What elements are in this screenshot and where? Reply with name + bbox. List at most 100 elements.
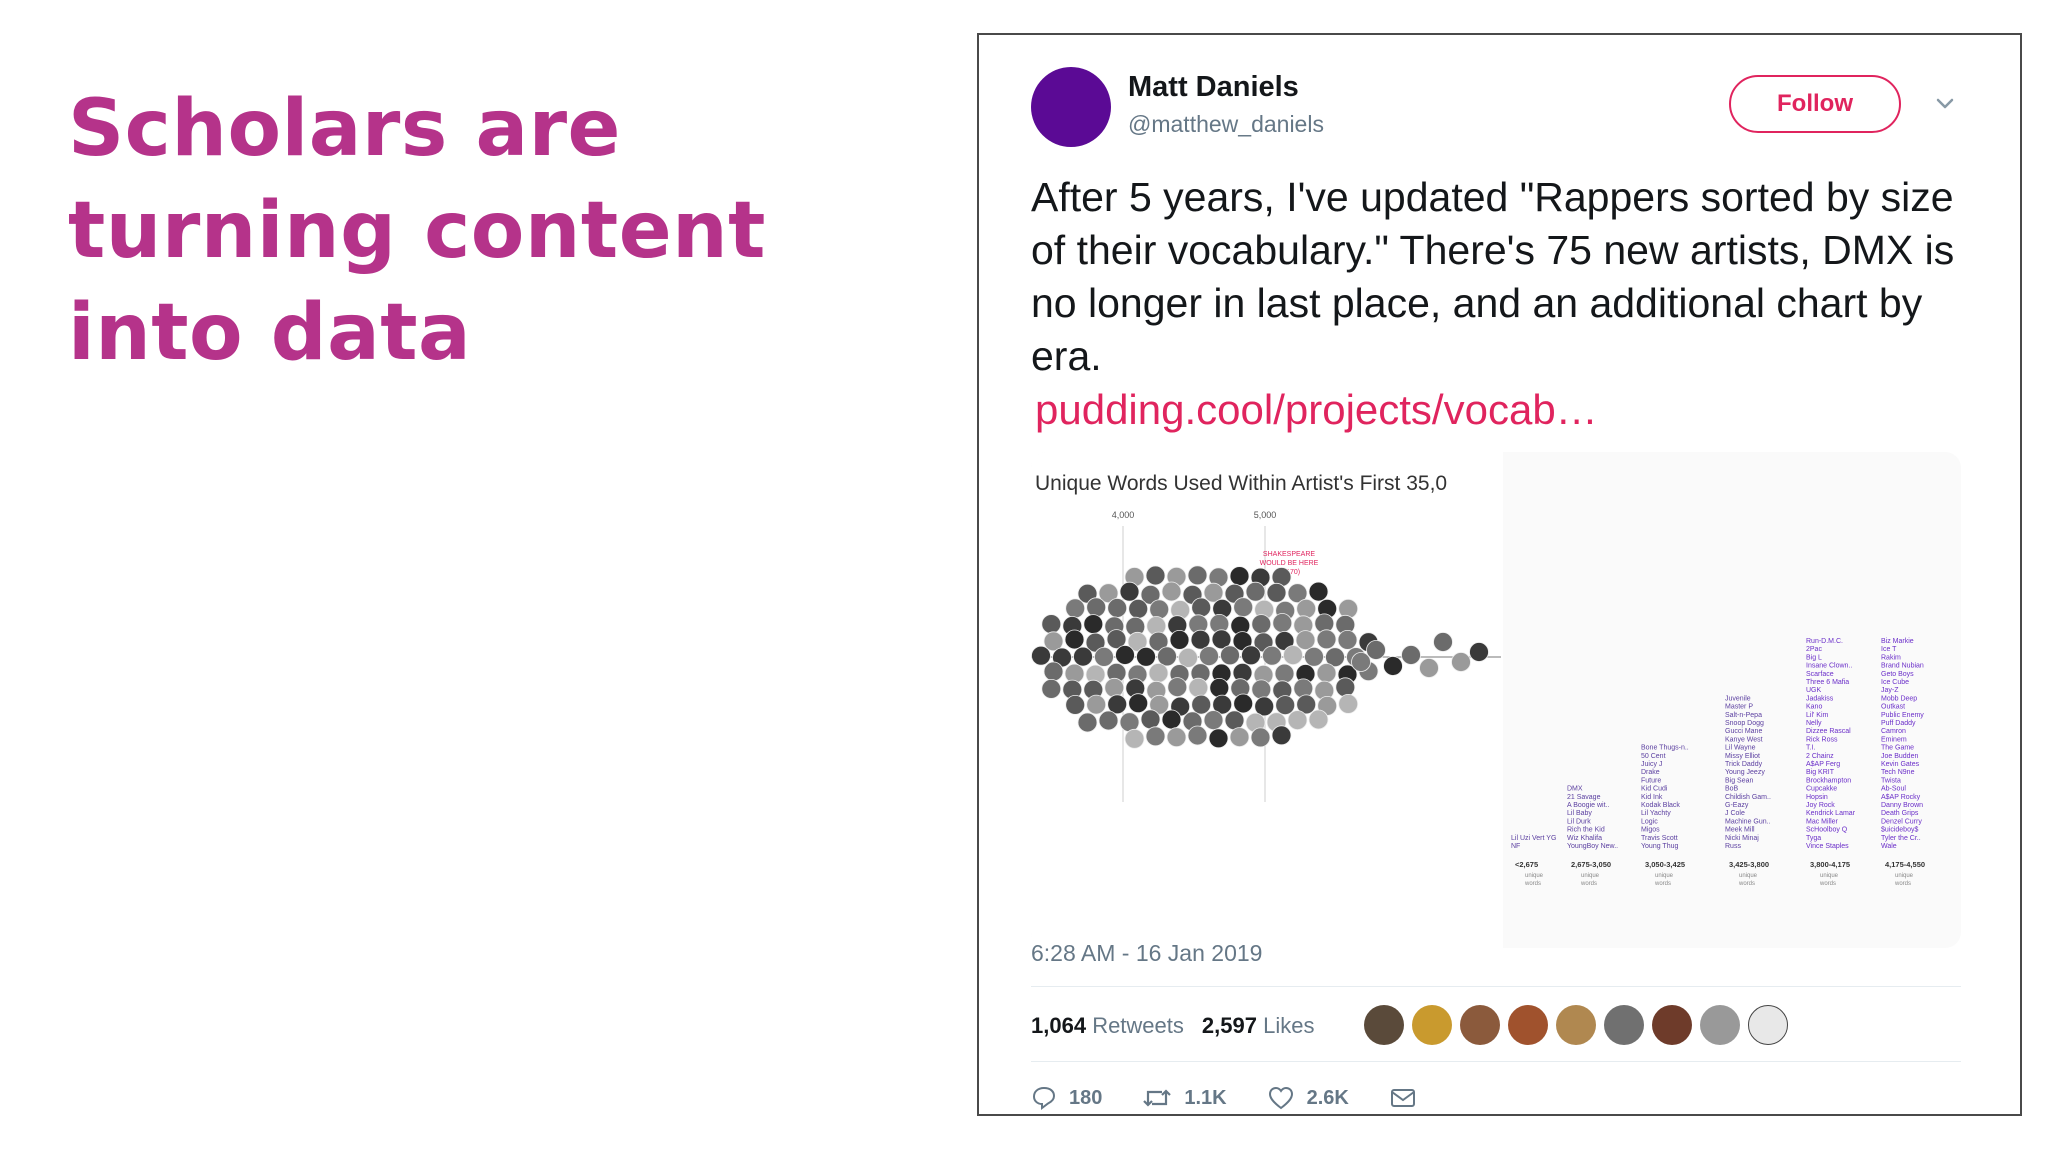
author-name[interactable]: Matt Daniels [1128, 71, 1299, 104]
artist-name: Vince Staples [1806, 843, 1849, 850]
artist-face [1169, 629, 1190, 650]
liker-avatar[interactable] [1412, 1005, 1452, 1045]
artist-face [1251, 614, 1272, 635]
artist-name: Gucci Mane [1725, 728, 1762, 735]
heart-icon [1268, 1086, 1293, 1110]
artist-face [1161, 709, 1182, 730]
tweet-media-chart[interactable]: Unique Words Used Within Artist's First … [1031, 452, 1961, 948]
range-label: 3,425-3,800 [1729, 860, 1769, 869]
mail-icon [1390, 1089, 1415, 1107]
chevron-down-icon[interactable] [1935, 93, 1955, 113]
artist-face [1031, 645, 1051, 666]
artist-face [1251, 679, 1272, 700]
artist-face [1203, 710, 1224, 731]
artist-name: YoungBoy New.. [1567, 843, 1618, 850]
artist-face [1220, 645, 1240, 666]
artist-face [1148, 663, 1169, 683]
likers-avatars [1364, 1005, 1788, 1045]
artist-name: Jay-Z [1881, 687, 1899, 694]
artist-face [1316, 663, 1337, 683]
artist-face [1041, 614, 1062, 635]
artist-face [1065, 598, 1086, 619]
artist-name: Missy Elliot [1725, 753, 1760, 760]
retweets-stat[interactable]: 1,064 Retweets [1031, 1013, 1184, 1039]
artist-name: Ice T [1881, 646, 1897, 653]
liker-avatar[interactable] [1508, 1005, 1548, 1045]
artist-name: Lil Durk [1567, 818, 1591, 825]
follow-button[interactable]: Follow [1729, 75, 1901, 133]
dm-action[interactable] [1389, 1086, 1417, 1110]
author-avatar[interactable] [1031, 67, 1111, 147]
artist-face [1419, 658, 1439, 678]
artist-face [1190, 629, 1211, 650]
shakespeare-annotation: SHAKESPEARE [1263, 551, 1315, 558]
tweet-link[interactable]: pudding.cool/projects/vocab… [1035, 383, 1981, 436]
unit-label: words [1524, 881, 1541, 887]
artist-name: Childish Gam.. [1725, 794, 1771, 801]
tweet-embed: Matt Daniels @matthew_daniels Follow Aft… [977, 33, 2022, 1116]
artist-name: Logic [1641, 818, 1658, 825]
artist-face [1086, 597, 1107, 618]
artist-name: G-Eazy [1725, 802, 1749, 809]
artist-name: Lil Uzi Vert YG [1511, 835, 1556, 842]
artist-name: BoB [1725, 786, 1739, 793]
liker-avatar[interactable] [1652, 1005, 1692, 1045]
artist-face [1295, 630, 1316, 651]
artist-name: Salt-n-Pepa [1725, 712, 1762, 719]
engagement-stats: 1,064 Retweets 2,597 Likes [1031, 1013, 1314, 1039]
artist-name: Tech N9ne [1881, 769, 1915, 776]
likes-stat[interactable]: 2,597 Likes [1202, 1013, 1315, 1039]
artist-name: Brand Nubian [1881, 663, 1924, 670]
artist-face [1241, 645, 1261, 666]
artist-face [1283, 645, 1303, 666]
artist-face [1107, 598, 1128, 618]
author-handle[interactable]: @matthew_daniels [1128, 111, 1324, 138]
artist-face [1161, 581, 1182, 602]
artist-face [1166, 727, 1187, 748]
like-action[interactable]: 2.6K [1267, 1085, 1349, 1111]
artist-name: Kid Ink [1641, 794, 1663, 801]
artist-name: Danny Brown [1881, 802, 1923, 809]
artist-name: DMX [1567, 786, 1583, 793]
artist-name: 21 Savage [1567, 794, 1601, 801]
artist-face [1233, 597, 1254, 618]
retweet-action[interactable]: 1.1K [1142, 1085, 1227, 1111]
liker-avatar[interactable] [1556, 1005, 1596, 1045]
reply-action[interactable]: 180 [1031, 1085, 1102, 1111]
artist-name: Bone Thugs-n.. [1641, 745, 1689, 752]
liker-avatar[interactable] [1364, 1005, 1404, 1045]
artist-name: Trick Daddy [1725, 761, 1763, 768]
artist-face [1041, 678, 1062, 699]
unit-label: unique [1895, 873, 1914, 879]
artist-face [1250, 727, 1271, 748]
artist-name: Kanye West [1725, 736, 1763, 743]
artist-name: The Game [1881, 745, 1914, 752]
liker-avatar[interactable] [1748, 1005, 1788, 1045]
artist-name: Mobb Deep [1881, 695, 1917, 702]
artist-name: Run-D.M.C. [1806, 638, 1843, 645]
artist-face [1187, 725, 1208, 746]
reply-count: 180 [1069, 1086, 1103, 1109]
artist-name: Lil Yachty [1641, 810, 1671, 817]
liker-avatar[interactable] [1700, 1005, 1740, 1045]
artist-face [1287, 710, 1308, 731]
axis-tick-label: 4,000 [1112, 510, 1135, 520]
artist-name: Juvenile [1725, 695, 1751, 702]
slide-title-line-2: turning content [68, 186, 766, 276]
artist-name: $uicideboy$ [1881, 827, 1918, 834]
liker-avatar[interactable] [1604, 1005, 1644, 1045]
unit-label: unique [1525, 873, 1544, 879]
liker-avatar[interactable] [1460, 1005, 1500, 1045]
tweet-timestamp[interactable]: 6:28 AM - 16 Jan 2019 [1031, 940, 1262, 967]
artist-name: Scarface [1806, 671, 1834, 678]
artist-name: Travis Scott [1641, 835, 1678, 842]
artist-face [1274, 663, 1295, 684]
retweets-count: 1,064 [1031, 1013, 1087, 1038]
artist-name: Dizzee Rascal [1806, 728, 1851, 735]
artist-face [1128, 598, 1149, 619]
artist-name: Geto Boys [1881, 671, 1914, 678]
artist-face [1124, 728, 1145, 749]
unit-label: words [1738, 881, 1755, 887]
artist-name: Rakim [1881, 654, 1901, 661]
like-count: 2.6K [1306, 1086, 1349, 1109]
